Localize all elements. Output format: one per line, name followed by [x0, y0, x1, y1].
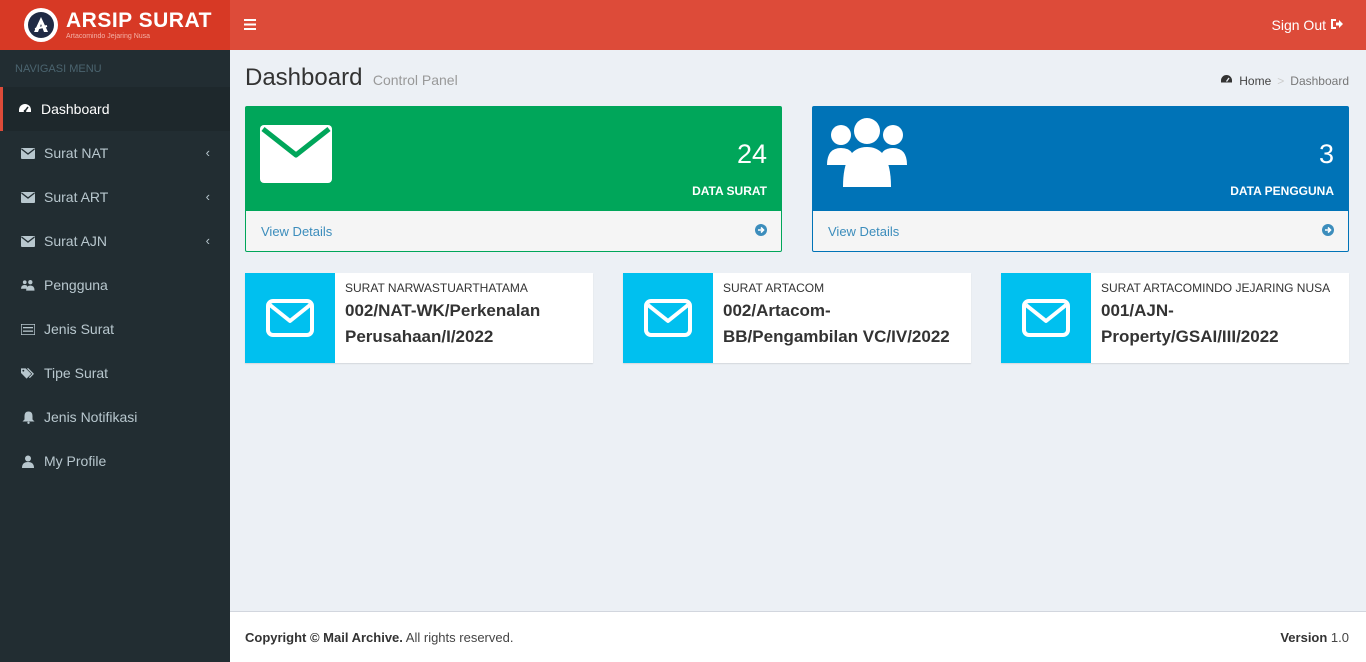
sidebar-item-surat-nat[interactable]: Surat NAT ‹: [0, 131, 230, 175]
breadcrumb-current: Dashboard: [1290, 74, 1349, 88]
copyright-text: Copyright © Mail Archive. All rights res…: [245, 630, 513, 645]
info-box-title: SURAT ARTACOMINDO JEJARING NUSA: [1101, 281, 1331, 295]
version-value: 1.0: [1327, 629, 1349, 645]
envelope-icon: [21, 190, 35, 204]
content-header: Dashboard Control Panel Home > Dashboard: [245, 50, 1349, 106]
sidebar-item-surat-ajn[interactable]: Surat AJN ‹: [0, 219, 230, 263]
arrow-circle-right-icon: [755, 224, 767, 239]
sidebar-item-label: Dashboard: [41, 101, 110, 117]
breadcrumb-separator: >: [1277, 74, 1285, 88]
sign-out-icon: [1330, 17, 1344, 33]
stat-box-data-pengguna: 3 DATA PENGGUNA View Details: [812, 106, 1349, 252]
sidebar-item-surat-art[interactable]: Surat ART ‹: [0, 175, 230, 219]
letter-number-line-1: 001/AJN-: [1101, 301, 1174, 320]
stat-count: 3: [1318, 139, 1334, 169]
info-box-surat-nat: SURAT NARWASTUARTHATAMA 002/NAT-WK/Perke…: [245, 273, 593, 363]
stat-label: DATA PENGGUNA: [1230, 184, 1334, 198]
stat-label: DATA SURAT: [692, 184, 767, 198]
sidebar-item-label: Surat AJN: [44, 233, 108, 249]
info-box-title: SURAT ARTACOM: [723, 281, 825, 295]
info-box-title: SURAT NARWASTUARTHATAMA: [345, 281, 528, 295]
sidebar-item-label: Surat ART: [44, 189, 109, 205]
sidebar-item-label: Jenis Notifikasi: [44, 409, 138, 425]
info-box-surat-art: SURAT ARTACOM 002/Artacom- BB/Pengambila…: [623, 273, 971, 363]
tags-icon: [21, 366, 35, 380]
top-navbar: Sign Out: [230, 0, 1366, 50]
dashboard-icon: [18, 102, 32, 116]
stat-count: 24: [736, 139, 767, 169]
page-footer: Copyright © Mail Archive. All rights res…: [230, 611, 1366, 662]
sidebar-toggle-icon[interactable]: [244, 15, 256, 35]
sidebar-item-label: Pengguna: [44, 277, 108, 293]
bell-icon: [21, 410, 35, 424]
breadcrumb: Home > Dashboard: [1220, 74, 1349, 88]
view-details-label: View Details: [261, 224, 333, 239]
letter-number-line-2: BB/Pengambilan VC/IV/2022: [723, 327, 950, 346]
envelope-outline-icon: [245, 273, 335, 363]
envelope-outline-icon: [623, 273, 713, 363]
envelope-icon: [21, 234, 35, 248]
sidebar-item-label: Surat NAT: [44, 145, 109, 161]
sidebar-item-label: My Profile: [44, 453, 107, 469]
view-details-link[interactable]: View Details: [246, 211, 781, 251]
chevron-left-icon: ‹: [205, 189, 210, 204]
users-icon: [21, 278, 35, 292]
view-details-label: View Details: [828, 224, 900, 239]
sidebar-item-label: Jenis Surat: [44, 321, 115, 337]
sidebar-item-pengguna[interactable]: Pengguna: [0, 263, 230, 307]
letter-number-line-2: Perusahaan/I/2022: [345, 327, 494, 346]
user-icon: [21, 454, 35, 468]
logo-subtitle: Artacomindo Jejaring Nusa: [66, 33, 151, 40]
sidebar-item-tipe-surat[interactable]: Tipe Surat: [0, 351, 230, 395]
sign-out-label: Sign Out: [1271, 17, 1326, 33]
sidebar-item-jenis-notifikasi[interactable]: Jenis Notifikasi: [0, 395, 230, 439]
info-box-surat-ajn: SURAT ARTACOMINDO JEJARING NUSA 001/AJN-…: [1001, 273, 1349, 363]
envelope-icon: [260, 125, 332, 188]
copyright-rest: All rights reserved.: [402, 629, 514, 645]
main-content: Dashboard Control Panel Home > Dashboard…: [230, 50, 1366, 611]
sidebar-item-label: Tipe Surat: [44, 365, 109, 381]
view-details-link[interactable]: View Details: [813, 211, 1348, 251]
letter-number-line-2: Property/GSAI/III/2022: [1101, 327, 1279, 346]
dashboard-icon: [1220, 74, 1233, 88]
letter-number-line-1: 002/Artacom-: [723, 301, 831, 320]
page-title: Dashboard: [245, 64, 363, 91]
users-icon: [827, 117, 907, 194]
arrow-circle-right-icon: [1322, 224, 1334, 239]
logo-title: ARSIP SURAT: [66, 9, 212, 32]
sidebar-item-my-profile[interactable]: My Profile: [0, 439, 230, 483]
breadcrumb-home[interactable]: Home: [1239, 74, 1271, 88]
logo-icon: [24, 8, 58, 42]
version-label: Version: [1280, 629, 1328, 645]
envelope-outline-icon: [1001, 273, 1091, 363]
stat-box-data-surat: 24 DATA SURAT View Details: [245, 106, 782, 252]
copyright-bold: Copyright © Mail Archive.: [245, 629, 403, 645]
letter-number-line-1: 002/NAT-WK/Perkenalan: [345, 301, 541, 320]
envelope-icon: [21, 146, 35, 160]
sidebar-item-dashboard[interactable]: Dashboard: [0, 87, 230, 131]
sidebar-header: NAVIGASI MENU: [15, 63, 102, 75]
sidebar: NAVIGASI MENU Dashboard Surat NAT ‹ Sura…: [0, 50, 230, 662]
chevron-left-icon: ‹: [205, 145, 210, 160]
app-logo[interactable]: ARSIP SURAT Artacomindo Jejaring Nusa: [0, 0, 230, 50]
chevron-left-icon: ‹: [205, 233, 210, 248]
version-info: Version 1.0: [1280, 630, 1349, 645]
list-icon: [21, 322, 35, 336]
sidebar-item-jenis-surat[interactable]: Jenis Surat: [0, 307, 230, 351]
page-subtitle: Control Panel: [372, 72, 458, 88]
sign-out-button[interactable]: Sign Out: [1272, 17, 1344, 33]
